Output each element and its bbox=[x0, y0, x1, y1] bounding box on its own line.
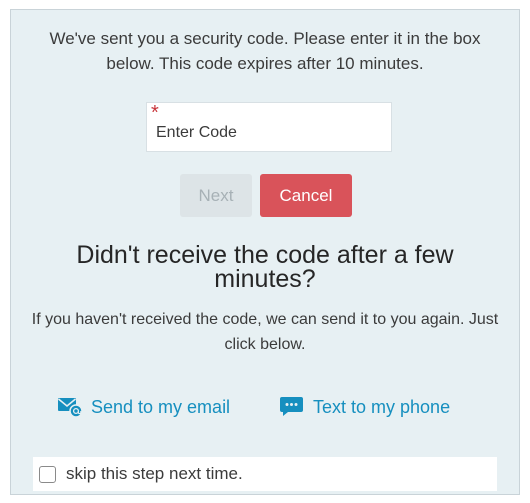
next-button[interactable]: Next bbox=[180, 174, 252, 217]
security-code-panel: We've sent you a security code. Please e… bbox=[10, 9, 520, 495]
resend-heading: Didn't receive the code after a few minu… bbox=[76, 241, 454, 293]
skip-step-label: skip this step next time. bbox=[66, 464, 243, 483]
chat-bubble-icon bbox=[280, 397, 303, 416]
security-code-input[interactable] bbox=[147, 103, 391, 151]
send-to-email-label: Send to my email bbox=[91, 396, 231, 417]
text-to-phone-label: Text to my phone bbox=[313, 396, 451, 417]
cancel-button[interactable]: Cancel bbox=[260, 174, 352, 217]
email-icon bbox=[57, 398, 83, 418]
instructions-text: We've sent you a security code. Please e… bbox=[49, 29, 481, 73]
resend-instructions: If you haven't received the code, we can… bbox=[31, 311, 499, 353]
send-to-email-link[interactable]: Send to my email bbox=[57, 394, 230, 420]
skip-step-row[interactable]: skip this step next time. bbox=[33, 457, 497, 491]
security-code-field[interactable]: * bbox=[146, 102, 392, 152]
text-to-phone-link[interactable]: Text to my phone bbox=[279, 394, 450, 420]
skip-step-checkbox[interactable] bbox=[39, 465, 56, 483]
